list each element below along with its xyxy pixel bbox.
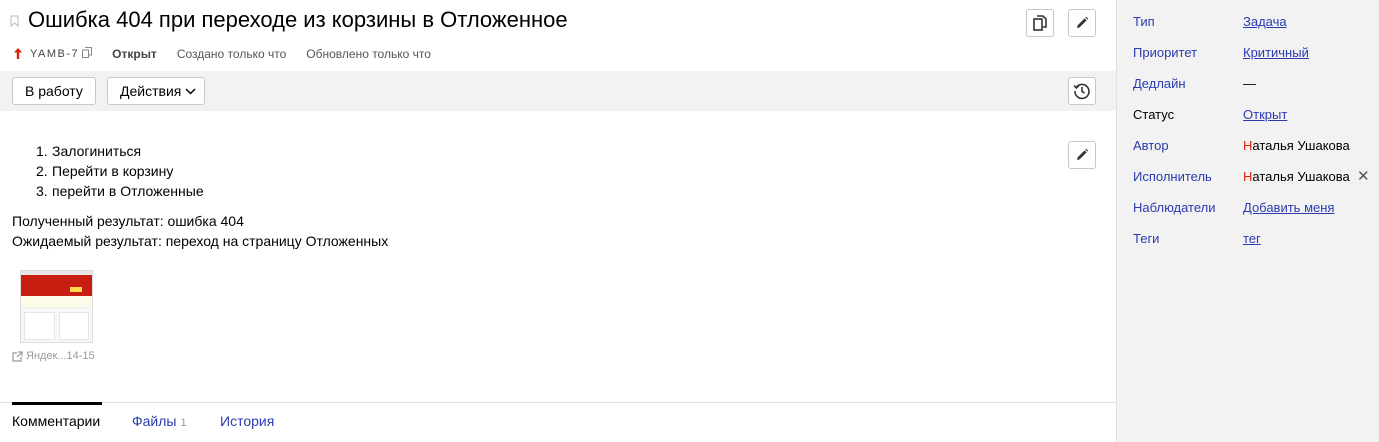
- tabs-divider: [0, 402, 1116, 403]
- issue-meta: YAMB-7 Открыт Создано только что Обновле…: [14, 45, 431, 63]
- priority-value[interactable]: Критичный: [1243, 45, 1309, 60]
- tab-files[interactable]: Файлы 1: [132, 412, 187, 432]
- history-button[interactable]: [1068, 77, 1096, 105]
- edit-description-button[interactable]: [1068, 141, 1096, 169]
- issue-key[interactable]: YAMB-7: [30, 48, 79, 60]
- page-title: Ошибка 404 при переходе из корзины в Отл…: [28, 7, 568, 32]
- history-clock-icon: [1073, 82, 1091, 100]
- tags-value[interactable]: тег: [1243, 231, 1261, 246]
- expected-result-text: Ожидаемый результат: переход на страницу…: [12, 233, 389, 249]
- add-me-watcher-link[interactable]: Добавить меня: [1243, 200, 1334, 215]
- updated-timestamp: Обновлено только что: [306, 47, 431, 61]
- copy-icon: [1033, 15, 1047, 31]
- type-value[interactable]: Задача: [1243, 14, 1287, 29]
- author-label: Автор: [1133, 138, 1169, 153]
- steps-list: 1. Залогиниться 2. Перейти в корзину 3. пер…: [36, 141, 204, 201]
- actions-label: Действия: [120, 83, 182, 99]
- in-work-button[interactable]: В работу: [12, 77, 96, 105]
- edit-title-button[interactable]: [1068, 9, 1096, 37]
- issue-main: Ошибка 404 при переходе из корзины в Отл…: [0, 0, 1116, 442]
- watchers-label: Наблюдатели: [1133, 200, 1216, 215]
- author-value[interactable]: Наталья Ушакова: [1243, 138, 1350, 153]
- actions-dropdown-button[interactable]: Действия: [107, 77, 206, 105]
- created-timestamp: Создано только что: [176, 47, 287, 61]
- remove-assignee-close-icon[interactable]: ✕: [1357, 169, 1370, 185]
- pencil-icon: [1075, 16, 1089, 30]
- assignee-label: Исполнитель: [1133, 169, 1212, 184]
- issue-sidebar: Тип Задача Приоритет Критичный Дедлайн —…: [1116, 0, 1379, 442]
- actual-result-text: Полученный результат: ошибка 404: [12, 213, 244, 229]
- list-item: 2. Перейти в корзину: [36, 163, 174, 179]
- active-tab-indicator: [12, 402, 102, 405]
- pencil-icon: [1075, 148, 1089, 162]
- attachment-filename: Яндек...14-15: [26, 350, 95, 362]
- copy-link-button[interactable]: [1026, 9, 1054, 37]
- type-label: Тип: [1133, 14, 1155, 29]
- list-item: 3. перейти в Отложенные: [36, 183, 204, 199]
- external-link-icon: [12, 350, 26, 362]
- tab-history[interactable]: История: [220, 412, 274, 430]
- status-badge: Открыт: [112, 47, 157, 61]
- tab-files-label: Файлы: [132, 413, 177, 429]
- bookmark-icon[interactable]: [10, 14, 19, 28]
- tab-comments[interactable]: Комментарии: [12, 412, 100, 430]
- chevron-down-icon: [185, 87, 196, 95]
- deadline-label: Дедлайн: [1133, 76, 1186, 91]
- tags-label: Теги: [1133, 231, 1160, 246]
- priority-label: Приоритет: [1133, 45, 1198, 60]
- list-item: 1. Залогиниться: [36, 143, 142, 159]
- status-value[interactable]: Открыт: [1243, 107, 1287, 122]
- assignee-value[interactable]: Наталья Ушакова: [1243, 169, 1350, 184]
- status-label: Статус: [1133, 107, 1175, 122]
- copy-key-icon[interactable]: [82, 47, 93, 61]
- issue-toolbar: В работу Действия: [0, 71, 1116, 111]
- priority-arrow-up-icon: [14, 47, 22, 62]
- deadline-value[interactable]: —: [1243, 76, 1256, 91]
- attachment-link[interactable]: Яндек...14-15: [12, 350, 95, 362]
- attachment-thumbnail[interactable]: [20, 270, 93, 343]
- tab-files-count: 1: [180, 417, 187, 429]
